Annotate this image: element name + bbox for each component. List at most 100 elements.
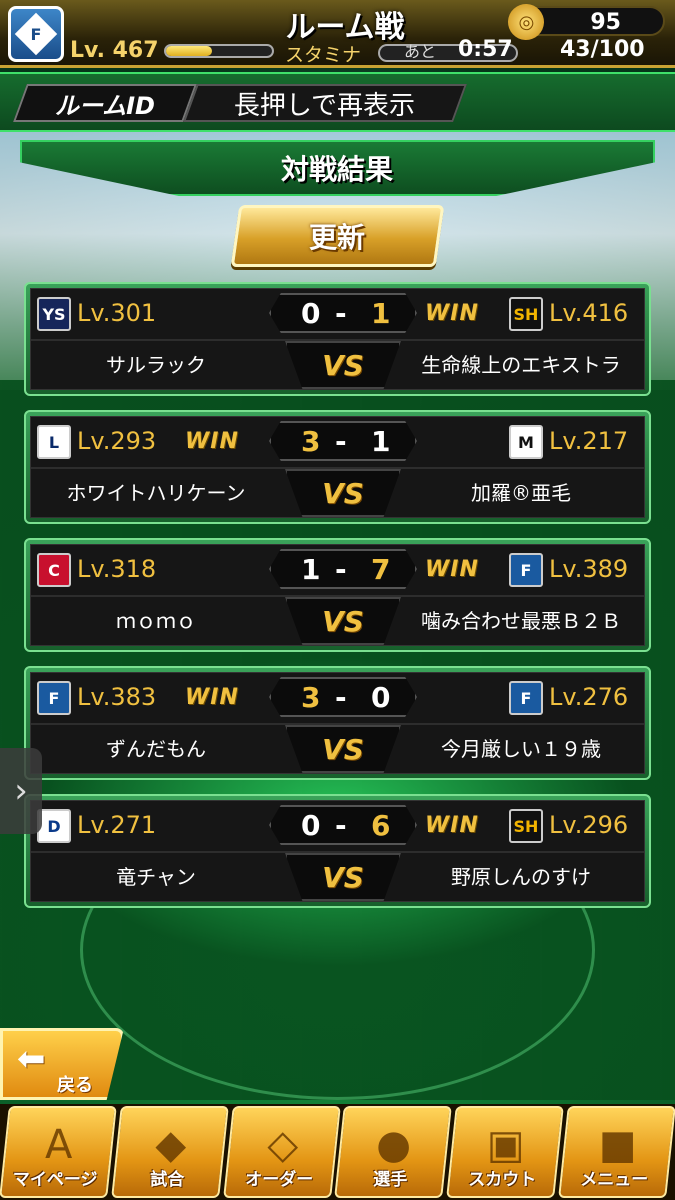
right-team-logo-icon: M (509, 425, 543, 459)
score-box: 0 - 6 (269, 805, 417, 845)
level-progress-bar (164, 44, 274, 58)
score-box: 1 - 7 (269, 549, 417, 589)
right-player-level: Lv.217 (549, 427, 629, 455)
left-score: 3 (301, 425, 321, 458)
score-separator: - (335, 809, 347, 842)
nav-label: 選手 (373, 1170, 408, 1190)
left-team-logo-icon: F (37, 681, 71, 715)
win-badge: WIN (425, 813, 479, 838)
win-badge: WIN (425, 557, 479, 582)
nav-item-mypage[interactable]: A マイページ (0, 1106, 117, 1198)
nav-label: スカウト (468, 1170, 537, 1190)
player-level: Lv. 467 (70, 38, 159, 63)
right-score: 1 (371, 425, 391, 458)
nav-label: オーダー (244, 1170, 313, 1190)
left-team-logo-icon: C (37, 553, 71, 587)
right-player-level: Lv.296 (549, 811, 629, 839)
left-player-name: サルラック (106, 353, 206, 377)
left-player-level: Lv.383 (77, 683, 157, 711)
right-score: 6 (371, 809, 391, 842)
header-bar: F ルーム戦 ◎ 95 Lv. 467 スタミナ あと 0:57 43/100 (0, 0, 675, 68)
vs-badge: VS (285, 725, 401, 773)
left-player-level: Lv.271 (77, 811, 157, 839)
match-card[interactable]: F Lv.383 WIN 3 - 0 F Lv.276 ずんだもん VS 今月厳… (24, 666, 651, 780)
score-box: 3 - 0 (269, 677, 417, 717)
scout-icon: ▣ (487, 1122, 525, 1168)
match-card-body: D Lv.271 0 - 6 WIN SH Lv.296 竜チャン VS 野原し… (30, 800, 645, 902)
stamina-timer: 0:57 (458, 37, 513, 62)
back-button[interactable]: ⬅ 戻る (0, 1028, 124, 1100)
match-card[interactable]: D Lv.271 0 - 6 WIN SH Lv.296 竜チャン VS 野原し… (24, 794, 651, 908)
left-score: 3 (301, 681, 321, 714)
right-team-logo-icon: SH (509, 809, 543, 843)
nav-item-menu[interactable]: ■ メニュー (558, 1106, 675, 1198)
left-player-name: 竜チャン (116, 865, 196, 889)
stadium-icon: ◆ (155, 1122, 186, 1168)
room-id-tag: ルームID (13, 84, 197, 122)
back-arrow-icon: ⬅ (17, 1039, 46, 1079)
match-card-body: L Lv.293 WIN 3 - 1 M Lv.217 ホワイトハリケーン VS… (30, 416, 645, 518)
back-label: 戻る (57, 1075, 93, 1096)
left-player-name: ホワイトハリケーン (66, 481, 246, 505)
stamina-count: 43/100 (560, 37, 645, 62)
match-card-body: F Lv.383 WIN 3 - 0 F Lv.276 ずんだもん VS 今月厳… (30, 672, 645, 774)
vs-badge: VS (285, 469, 401, 517)
left-player-name: ずんだもん (106, 737, 206, 761)
left-score: 0 (301, 809, 321, 842)
results-title: 対戦結果 (280, 153, 393, 186)
room-id-display[interactable]: 長押しで再表示 (183, 84, 467, 122)
left-score: 1 (301, 553, 321, 586)
right-player-level: Lv.389 (549, 555, 629, 583)
right-player-name: 生命線上のエキストラ (421, 353, 621, 377)
right-player-level: Lv.276 (549, 683, 629, 711)
right-player-name: 加羅®亜毛 (471, 481, 571, 505)
nav-item-order[interactable]: ◇ オーダー (222, 1106, 341, 1198)
score-separator: - (335, 681, 347, 714)
vs-badge: VS (285, 597, 401, 645)
vs-badge: VS (285, 853, 401, 901)
side-drawer-tab[interactable]: › (0, 748, 42, 834)
score-separator: - (335, 297, 347, 330)
match-card[interactable]: C Lv.318 1 - 7 WIN F Lv.389 ｍｏｍｏ VS 噛み合わ… (24, 538, 651, 652)
score-box: 0 - 1 (269, 293, 417, 333)
left-team-logo-icon: D (37, 809, 71, 843)
coin-counter[interactable]: ◎ 95 (502, 0, 665, 46)
remaining-label: あと (404, 42, 437, 61)
right-player-level: Lv.416 (549, 299, 629, 327)
stamina-label: スタミナ (285, 44, 362, 66)
match-card[interactable]: L Lv.293 WIN 3 - 1 M Lv.217 ホワイトハリケーン VS… (24, 410, 651, 524)
nav-label: 試合 (150, 1170, 185, 1190)
win-badge: WIN (185, 429, 239, 454)
left-score: 0 (301, 297, 321, 330)
match-card-body: YS Lv.301 0 - 1 WIN SH Lv.416 サルラック VS 生… (30, 288, 645, 390)
order-icon: ◇ (266, 1122, 298, 1168)
nav-label: メニュー (580, 1170, 649, 1190)
right-player-name: 今月厳しい１９歳 (441, 737, 601, 761)
player-icon: ● (376, 1122, 412, 1168)
level-progress-fill (166, 46, 212, 56)
team-badge-icon[interactable]: F (8, 6, 64, 62)
nav-label: マイページ (12, 1170, 98, 1190)
right-team-logo-icon: F (509, 681, 543, 715)
refresh-button[interactable]: 更新 (230, 205, 445, 267)
match-card[interactable]: YS Lv.301 0 - 1 WIN SH Lv.416 サルラック VS 生… (24, 282, 651, 396)
menu-icon: ■ (598, 1122, 637, 1168)
score-box: 3 - 1 (269, 421, 417, 461)
right-player-name: 野原しんのすけ (451, 865, 591, 889)
left-player-level: Lv.301 (77, 299, 157, 327)
bottom-nav: A マイページ ◆ 試合 ◇ オーダー ● 選手 ▣ スカウト ■ メニュー (0, 1104, 675, 1200)
nav-item-scout[interactable]: ▣ スカウト (446, 1106, 564, 1198)
coin-value: 95 (590, 10, 621, 35)
left-team-logo-icon: L (37, 425, 71, 459)
vs-badge: VS (285, 341, 401, 389)
left-player-level: Lv.293 (77, 427, 157, 455)
nav-item-player[interactable]: ● 選手 (334, 1106, 453, 1198)
left-player-name: ｍｏｍｏ (116, 609, 196, 633)
nav-item-stadium[interactable]: ◆ 試合 (110, 1106, 229, 1198)
right-player-name: 噛み合わせ最悪Ｂ２Ｂ (421, 609, 621, 633)
left-player-level: Lv.318 (77, 555, 157, 583)
score-separator: - (335, 425, 347, 458)
win-badge: WIN (185, 685, 239, 710)
match-card-body: C Lv.318 1 - 7 WIN F Lv.389 ｍｏｍｏ VS 噛み合わ… (30, 544, 645, 646)
right-team-logo-icon: F (509, 553, 543, 587)
